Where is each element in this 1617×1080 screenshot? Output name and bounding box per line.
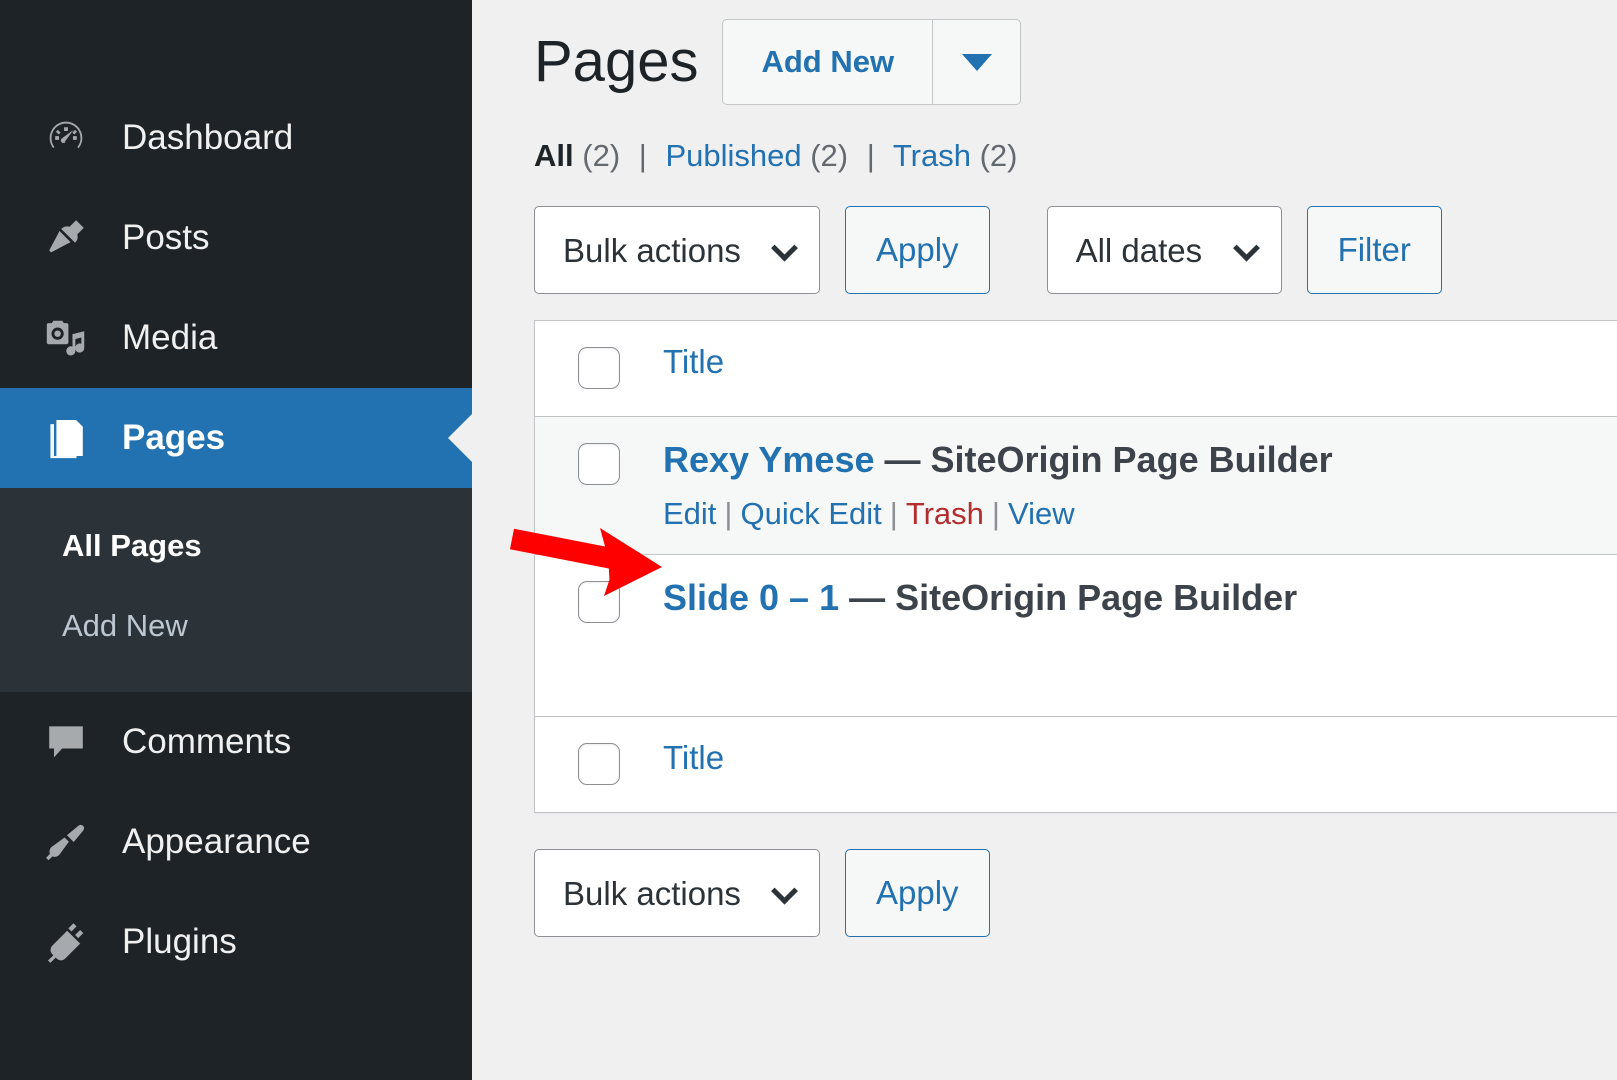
sidebar-item-label: Pages bbox=[122, 418, 226, 457]
row-action-separator-3: | bbox=[991, 496, 1000, 531]
row-checkbox-cell bbox=[535, 555, 663, 623]
apply-button-bottom[interactable]: Apply bbox=[845, 849, 990, 937]
sidebar-subitem-all-pages[interactable]: All Pages bbox=[0, 506, 472, 586]
page-title-link[interactable]: Slide 0 – 1 bbox=[663, 577, 849, 618]
sidebar-item-label: Appearance bbox=[122, 822, 311, 861]
sidebar-item-pages[interactable]: Pages bbox=[0, 388, 472, 488]
row-select-checkbox[interactable] bbox=[578, 581, 620, 623]
camera-music-icon bbox=[40, 312, 92, 364]
pin-icon bbox=[40, 212, 92, 264]
pages-icon bbox=[40, 412, 92, 464]
sidebar-item-label: Comments bbox=[122, 722, 292, 761]
view-link-all[interactable]: All bbox=[534, 138, 574, 173]
view-separator-2: | bbox=[866, 138, 875, 173]
date-filter-select[interactable]: All dates bbox=[1046, 206, 1282, 294]
date-filter-select-wrap: All dates bbox=[1046, 206, 1282, 294]
table-row: Rexy Ymese — SiteOrigin Page Builder Edi… bbox=[535, 417, 1617, 555]
view-count-trash: (2) bbox=[979, 138, 1018, 173]
table-row: Slide 0 – 1 — SiteOrigin Page Builder bbox=[535, 555, 1617, 717]
select-all-checkbox-bottom[interactable] bbox=[578, 743, 620, 785]
row-action-view[interactable]: View bbox=[1008, 496, 1075, 531]
page-title-suffix: — SiteOrigin Page Builder bbox=[884, 439, 1333, 480]
row-action-trash[interactable]: Trash bbox=[906, 496, 984, 531]
row-action-separator-2: | bbox=[889, 496, 898, 531]
bulk-actions-select-wrap-top: Bulk actions bbox=[534, 206, 820, 294]
wordpress-admin-screen: Dashboard Posts Media Pages All Pages Ad… bbox=[0, 0, 1617, 1080]
sidebar-item-comments[interactable]: Comments bbox=[0, 692, 472, 792]
post-status-filter-links: All (2) | Published (2) | Trash (2) bbox=[534, 138, 1617, 174]
tablenav-top: Bulk actions Apply All dates Filter bbox=[534, 204, 1617, 296]
sidebar-item-label: Plugins bbox=[122, 922, 237, 961]
page-title-row-2: Slide 0 – 1 — SiteOrigin Page Builder bbox=[663, 575, 1617, 620]
row-title-cell: Slide 0 – 1 — SiteOrigin Page Builder bbox=[663, 555, 1617, 716]
sidebar-top-spacer bbox=[0, 0, 472, 88]
sidebar-item-label: Posts bbox=[122, 218, 210, 257]
sidebar-item-plugins[interactable]: Plugins bbox=[0, 892, 472, 992]
view-count-all: (2) bbox=[582, 138, 621, 173]
sidebar-item-media[interactable]: Media bbox=[0, 288, 472, 388]
filter-button[interactable]: Filter bbox=[1306, 206, 1442, 294]
sidebar-item-appearance[interactable]: Appearance bbox=[0, 792, 472, 892]
column-footer-title[interactable]: Title bbox=[663, 737, 1617, 780]
row-actions: Edit | Quick Edit | Trash | View bbox=[663, 496, 1617, 532]
page-title-suffix: — SiteOrigin Page Builder bbox=[849, 577, 1298, 618]
column-footer-cell: Title bbox=[663, 717, 1617, 802]
column-title-cell: Title bbox=[663, 321, 1617, 406]
page-title: Pages bbox=[534, 29, 699, 94]
table-footer-row: Title bbox=[535, 717, 1617, 813]
row-checkbox-cell bbox=[535, 417, 663, 485]
view-link-published[interactable]: Published bbox=[665, 138, 801, 173]
apply-button-top[interactable]: Apply bbox=[845, 206, 990, 294]
comment-bubble-icon bbox=[40, 716, 92, 768]
page-title-row-1: Rexy Ymese — SiteOrigin Page Builder bbox=[663, 437, 1617, 482]
row-action-edit[interactable]: Edit bbox=[663, 496, 716, 531]
sidebar-item-label: Dashboard bbox=[122, 118, 294, 157]
page-title-link[interactable]: Rexy Ymese bbox=[663, 439, 885, 480]
sidebar-item-label: Media bbox=[122, 318, 218, 357]
table-header-row: Title bbox=[535, 321, 1617, 417]
add-new-button[interactable]: Add New bbox=[722, 19, 934, 105]
plug-icon bbox=[40, 916, 92, 968]
select-all-cell-bottom bbox=[535, 717, 663, 785]
dashboard-icon bbox=[40, 112, 92, 164]
select-all-checkbox-top[interactable] bbox=[578, 347, 620, 389]
sidebar-submenu-pages: All Pages Add New bbox=[0, 488, 472, 692]
page-header: Pages Add New bbox=[534, 14, 1617, 110]
pages-list-table: Title Rexy Ymese — SiteOrigin Page Build… bbox=[534, 320, 1617, 813]
row-title-cell: Rexy Ymese — SiteOrigin Page Builder Edi… bbox=[663, 417, 1617, 554]
sidebar-subitem-add-new[interactable]: Add New bbox=[0, 586, 472, 666]
row-action-separator-1: | bbox=[724, 496, 733, 531]
view-count-published: (2) bbox=[810, 138, 849, 173]
sidebar-item-dashboard[interactable]: Dashboard bbox=[0, 88, 472, 188]
add-new-dropdown-toggle[interactable] bbox=[933, 19, 1022, 105]
view-link-trash[interactable]: Trash bbox=[893, 138, 971, 173]
select-all-cell-top bbox=[535, 321, 663, 389]
row-action-quick-edit[interactable]: Quick Edit bbox=[740, 496, 881, 531]
admin-sidebar-menu: Dashboard Posts Media Pages All Pages Ad… bbox=[0, 0, 472, 1080]
sidebar-item-posts[interactable]: Posts bbox=[0, 188, 472, 288]
view-link-all-label: All bbox=[534, 138, 574, 173]
main-content-area: Pages Add New All (2) | Published (2) | … bbox=[472, 0, 1617, 1080]
paintbrush-icon bbox=[40, 816, 92, 868]
row-actions-placeholder bbox=[663, 620, 1617, 694]
bulk-actions-select-wrap-bottom: Bulk actions bbox=[534, 849, 820, 937]
tablenav-bottom: Bulk actions Apply bbox=[534, 849, 1617, 937]
bulk-actions-select-top[interactable]: Bulk actions bbox=[534, 206, 820, 294]
bulk-actions-select-bottom[interactable]: Bulk actions bbox=[534, 849, 820, 937]
column-header-title[interactable]: Title bbox=[663, 341, 1617, 384]
view-separator-1: | bbox=[638, 138, 647, 173]
caret-down-icon bbox=[961, 53, 992, 71]
row-select-checkbox[interactable] bbox=[578, 443, 620, 485]
add-new-split-button: Add New bbox=[722, 19, 1022, 105]
